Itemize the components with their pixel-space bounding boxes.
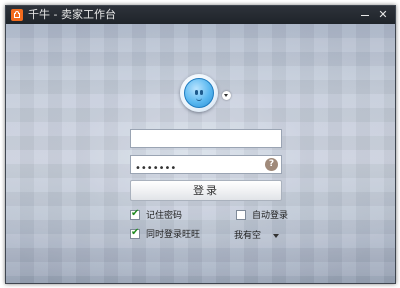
login-panel: ? 登录 记住密码 自动登录 同时登录旺旺 我有空: [6, 6, 395, 283]
chevron-down-icon: [273, 234, 279, 238]
login-button[interactable]: 登录: [130, 180, 282, 201]
status-select[interactable]: 我有空: [234, 230, 284, 242]
checkbox-icon[interactable]: [236, 210, 246, 220]
login-window: 千牛 - 卖家工作台 ✕ ? 登录 记住密码 自动登录: [5, 5, 396, 284]
account-field[interactable]: [130, 129, 282, 151]
status-value: 我有空: [234, 231, 262, 241]
account-input[interactable]: [131, 134, 269, 151]
help-icon[interactable]: ?: [265, 158, 278, 171]
window-title: 千牛 - 卖家工作台: [28, 8, 116, 21]
password-field[interactable]: ?: [130, 155, 282, 177]
minimize-button[interactable]: [357, 6, 373, 24]
title-bar[interactable]: 千牛 - 卖家工作台 ✕: [6, 6, 395, 24]
status-dropdown-icon[interactable]: [222, 91, 231, 100]
qianniu-logo-icon: [11, 9, 23, 21]
wangwang-login-label: 同时登录旺旺: [146, 230, 201, 240]
avatar-icon: [184, 78, 214, 108]
close-button[interactable]: ✕: [375, 6, 391, 24]
avatar[interactable]: [180, 74, 218, 112]
checkbox-icon[interactable]: [130, 227, 140, 239]
checkbox-icon[interactable]: [130, 208, 140, 220]
password-input[interactable]: [131, 160, 269, 177]
remember-password-label: 记住密码: [146, 211, 183, 221]
auto-login-label: 自动登录: [252, 211, 289, 221]
close-icon: ✕: [378, 8, 388, 21]
